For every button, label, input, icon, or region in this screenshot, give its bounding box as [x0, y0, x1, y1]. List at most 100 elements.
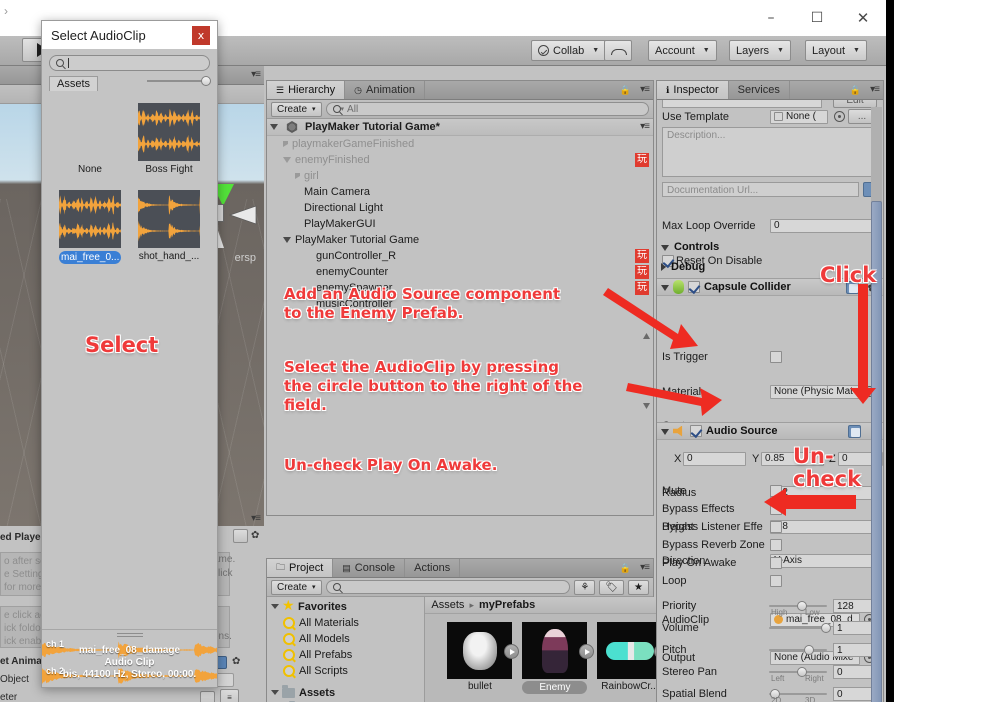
- dialog-resize-grip[interactable]: [116, 633, 143, 637]
- chevron-down-icon[interactable]: [661, 429, 669, 435]
- chevron-down-icon[interactable]: [661, 285, 669, 291]
- use-template-checkbox[interactable]: [774, 112, 783, 121]
- favorite-item[interactable]: All Scripts: [267, 663, 424, 679]
- use-template-picker-icon[interactable]: [834, 111, 845, 122]
- prefab-expand-icon[interactable]: [579, 644, 595, 659]
- description-field[interactable]: Description...: [662, 127, 877, 177]
- audio-toggle-checkbox[interactable]: [770, 556, 782, 569]
- fsm-name-field[interactable]: [662, 100, 822, 108]
- chevron-down-icon[interactable]: [661, 244, 669, 251]
- audio-slider-track[interactable]: [769, 667, 827, 677]
- audio-slider-knob[interactable]: [821, 623, 831, 633]
- scene-panel-menu-icon[interactable]: ▾≡: [251, 69, 261, 80]
- scene-bottom-menu-icon[interactable]: ▾≡: [251, 513, 261, 524]
- asset-item[interactable]: bullet: [447, 622, 520, 694]
- audioclip-item[interactable]: shot_hand_...: [138, 190, 200, 262]
- account-button[interactable]: Account ▼: [648, 40, 717, 61]
- dialog-clip-grid[interactable]: None Boss Fight mai_free_0... shot_hand_...: [42, 95, 217, 667]
- hierarchy-item[interactable]: enemyFinished 玩: [267, 152, 653, 168]
- chevron-down-icon[interactable]: [283, 156, 291, 166]
- use-template-field[interactable]: None (: [770, 109, 828, 124]
- audio-slider-track[interactable]: [769, 645, 827, 655]
- audio-toggle-checkbox[interactable]: [770, 520, 782, 533]
- audioclip-item[interactable]: Boss Fight: [138, 103, 200, 175]
- lock-icon[interactable]: 🔒: [620, 85, 631, 96]
- project-panel-menu-icon[interactable]: ▾≡: [640, 562, 650, 573]
- favorite-button[interactable]: ★: [628, 579, 649, 595]
- is-trigger-checkbox[interactable]: [770, 350, 782, 363]
- chevron-down-icon[interactable]: [270, 123, 278, 133]
- audio-toggle-checkbox[interactable]: [770, 574, 782, 587]
- audio-slider-track[interactable]: [769, 601, 827, 611]
- scene-context-menu-icon[interactable]: ▾≡: [640, 121, 650, 132]
- assets-root[interactable]: Assets: [267, 685, 424, 701]
- chevron-right-icon[interactable]: [661, 262, 666, 271]
- breadcrumb[interactable]: Assets ▸ myPrefabs: [425, 597, 663, 614]
- breadcrumb-myprefabs[interactable]: myPrefabs: [479, 599, 535, 611]
- inspector-panel-menu-icon[interactable]: ▾≡: [870, 84, 880, 95]
- asset-item[interactable]: RainbowCr...: [597, 622, 670, 694]
- hierarchy-item[interactable]: gunController_R 玩: [267, 248, 653, 264]
- project-search-input[interactable]: [325, 580, 571, 594]
- project-panel[interactable]: 🗀 Project ▤ Console Actions 🔒 ▾≡ Create …: [266, 558, 670, 702]
- lock-icon[interactable]: 🔒: [620, 563, 631, 574]
- hierarchy-search-input[interactable]: ▾ All: [325, 102, 649, 116]
- audioclip-waveform-thumbnail[interactable]: [59, 190, 121, 248]
- hierarchy-item[interactable]: girl: [267, 168, 653, 184]
- action-menu-1[interactable]: ≡: [220, 689, 239, 702]
- favorite-item[interactable]: All Prefabs: [267, 647, 424, 663]
- audio-toggle-checkbox[interactable]: [770, 538, 782, 551]
- close-button[interactable]: ✕: [840, 0, 886, 36]
- tab-animation[interactable]: ◷ Animation: [345, 81, 425, 99]
- tab-services[interactable]: Services: [729, 81, 790, 99]
- dialog-zoom-slider[interactable]: [147, 76, 211, 86]
- hierarchy-panel-menu-icon[interactable]: ▾≡: [640, 84, 650, 95]
- dialog-search-input[interactable]: [49, 55, 210, 71]
- inspector-panel[interactable]: ℹ Inspector Services 🔒 ▾≡ Edit Use Templ…: [656, 80, 884, 702]
- audio-toggle-checkbox[interactable]: [770, 484, 782, 497]
- breadcrumb-assets[interactable]: Assets: [431, 599, 464, 611]
- tab-project[interactable]: 🗀 Project: [267, 559, 334, 577]
- favorite-item[interactable]: All Materials: [267, 615, 424, 631]
- prefab-expand-icon[interactable]: [504, 644, 520, 659]
- dialog-close-button[interactable]: x: [192, 26, 210, 45]
- tab-hierarchy[interactable]: ☰ Hierarchy: [267, 81, 346, 99]
- fsm-color-swatch[interactable]: [233, 529, 248, 543]
- chevron-right-icon[interactable]: [283, 141, 288, 147]
- hierarchy-item[interactable]: enemyCounter 玩: [267, 264, 653, 280]
- asset-thumbnail[interactable]: [447, 622, 520, 679]
- audio-toggle-checkbox[interactable]: [770, 502, 782, 515]
- controls-section[interactable]: Controls: [657, 238, 883, 255]
- hierarchy-scene-root[interactable]: PlayMaker Tutorial Game* ▾≡: [267, 119, 653, 136]
- favorite-item[interactable]: All Models: [267, 631, 424, 647]
- asset-item[interactable]: Enemy: [522, 622, 595, 694]
- action-stepper-1[interactable]: [200, 691, 215, 702]
- audioclip-waveform-thumbnail[interactable]: [138, 103, 200, 161]
- filter-by-type-button[interactable]: ⚘: [574, 579, 596, 595]
- layers-button[interactable]: Layers ▼: [729, 40, 791, 61]
- lock-icon[interactable]: 🔒: [850, 85, 861, 96]
- layout-button[interactable]: Layout ▼: [805, 40, 867, 61]
- dialog-zoom-knob[interactable]: [201, 76, 211, 86]
- create-button[interactable]: Create ▾: [271, 101, 322, 117]
- hierarchy-scrollbar[interactable]: [642, 331, 651, 411]
- capsule-collider-enabled-checkbox[interactable]: [688, 281, 700, 293]
- gear-icon[interactable]: ✿: [232, 656, 240, 667]
- chevron-down-icon[interactable]: [271, 604, 279, 612]
- project-tree[interactable]: Favorites All Materials All Models All Pre…: [267, 597, 426, 702]
- asset-thumbnail[interactable]: [522, 622, 595, 679]
- hierarchy-item[interactable]: PlayMaker Tutorial Game: [267, 232, 653, 248]
- project-create-button[interactable]: Create ▾: [271, 579, 322, 595]
- audioclip-waveform-thumbnail[interactable]: [138, 190, 200, 248]
- audioclip-item[interactable]: mai_free_0...: [59, 190, 121, 264]
- audio-slider-track[interactable]: [769, 623, 831, 633]
- tab-console[interactable]: ▤ Console: [333, 559, 406, 577]
- help-icon[interactable]: [848, 425, 861, 438]
- hierarchy-item[interactable]: PlayMakerGUI: [267, 216, 653, 232]
- hierarchy-item[interactable]: Directional Light: [267, 200, 653, 216]
- physic-material-field[interactable]: None (Physic Mat: [770, 384, 860, 399]
- dialog-tab-assets[interactable]: Assets: [49, 75, 99, 91]
- audio-slider-knob[interactable]: [804, 645, 814, 655]
- filter-by-label-button[interactable]: 🏷: [599, 579, 625, 595]
- cloud-button[interactable]: [604, 40, 632, 61]
